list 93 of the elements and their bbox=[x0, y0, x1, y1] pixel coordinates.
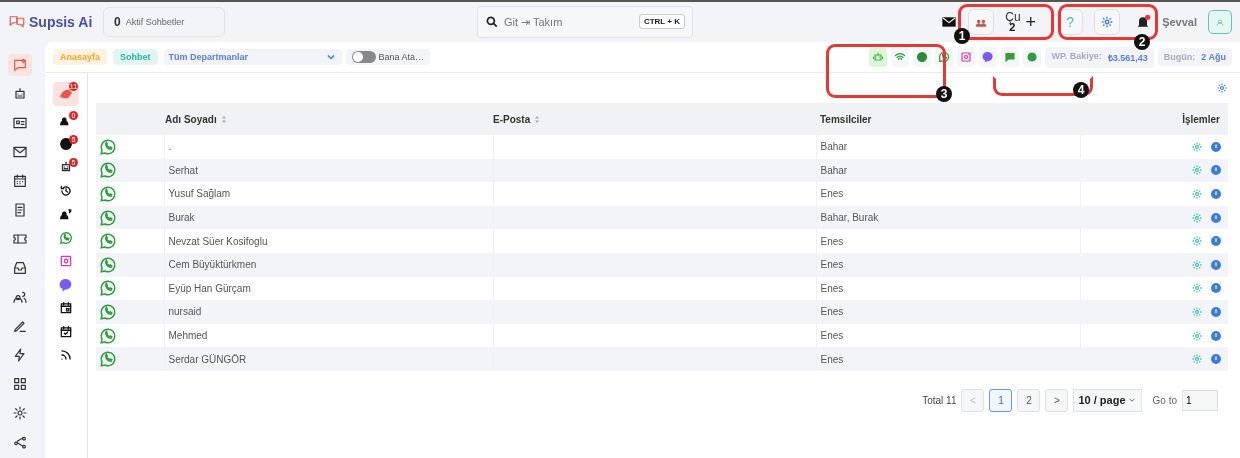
table-cell: Serdar GÜNGÖR bbox=[168, 353, 247, 365]
team-button[interactable] bbox=[968, 9, 995, 35]
info-icon[interactable] bbox=[1210, 188, 1222, 200]
logo-icon bbox=[8, 13, 26, 31]
whatsapp-icon bbox=[99, 350, 117, 369]
callout-number: 2 bbox=[1134, 34, 1150, 50]
user-count: 2 bbox=[1009, 22, 1016, 32]
channel-icon[interactable] bbox=[1023, 47, 1042, 67]
info-icon[interactable] bbox=[1210, 353, 1222, 366]
table-cell: Enes bbox=[820, 306, 844, 318]
department-select[interactable]: Tüm Departmanlar bbox=[163, 49, 342, 65]
balance-label: WP. Bakiye: bbox=[1051, 50, 1102, 63]
instagram-icon bbox=[59, 254, 73, 269]
rss-icon bbox=[59, 348, 73, 363]
search-icon bbox=[485, 15, 499, 29]
table-cell: Nevzat Süer Kosifoglu bbox=[168, 235, 268, 247]
column-header: Adı Soyadı bbox=[165, 113, 217, 125]
user-icon bbox=[1214, 16, 1226, 28]
date-value: 2 Ağu bbox=[1201, 52, 1226, 62]
goto-field[interactable]: 1 bbox=[1182, 389, 1218, 411]
messenger-icon[interactable] bbox=[979, 47, 998, 67]
whatsapp-icon bbox=[99, 137, 117, 156]
whatsapp-icon bbox=[99, 185, 117, 203]
whatsapp-icon bbox=[99, 302, 117, 321]
robot-icon[interactable] bbox=[869, 47, 888, 67]
whatsapp-icon bbox=[99, 208, 117, 227]
table-cell: Enes bbox=[820, 282, 844, 294]
whatsapp-icon bbox=[99, 326, 117, 345]
page-button[interactable]: 1 bbox=[989, 388, 1013, 412]
settings-button[interactable] bbox=[1094, 9, 1121, 35]
active-chats-counter[interactable]: 0 Aktif Sohbetler bbox=[103, 7, 225, 37]
bell-icon[interactable] bbox=[1135, 14, 1152, 30]
goto-label: Go to bbox=[1152, 394, 1177, 406]
shortcut-key: CTRL + K bbox=[638, 14, 685, 29]
page-size-select[interactable]: 10 / page bbox=[1073, 388, 1142, 412]
info-icon[interactable] bbox=[1210, 258, 1222, 271]
column-header: İşlemler bbox=[1182, 113, 1220, 125]
next-page-button[interactable]: > bbox=[1045, 388, 1069, 412]
brand-name: Supsis Ai bbox=[29, 14, 93, 30]
whatsapp-icon bbox=[59, 230, 73, 245]
balance-value: ₺3.561,43 bbox=[1107, 51, 1148, 64]
whatsapp-icon bbox=[99, 279, 117, 298]
table-cell: Mehmed bbox=[168, 330, 208, 342]
info-icon[interactable] bbox=[1210, 164, 1222, 177]
whatsapp-icon bbox=[99, 255, 117, 274]
table-cell: Enes bbox=[820, 353, 844, 365]
table-cell: . bbox=[168, 141, 172, 153]
sort-icon[interactable] bbox=[534, 114, 541, 124]
person-question-icon bbox=[59, 207, 73, 222]
date-label: Bugün: bbox=[1163, 52, 1196, 62]
calendar-icon bbox=[59, 301, 73, 316]
table-cell: Enes bbox=[820, 259, 844, 271]
settings-icon bbox=[1100, 15, 1115, 29]
assign-toggle[interactable] bbox=[351, 51, 376, 63]
info-icon[interactable] bbox=[1210, 282, 1222, 295]
column-header: Temsilciler bbox=[820, 113, 872, 125]
table-cell: Bahar, Burak bbox=[820, 212, 879, 224]
whatsapp-icon bbox=[99, 161, 117, 180]
page-button[interactable]: 2 bbox=[1017, 388, 1041, 412]
table-cell: Yusuf Sağlam bbox=[168, 188, 231, 200]
chat-icon[interactable] bbox=[8, 54, 32, 76]
user-initials[interactable]: Çu bbox=[1005, 12, 1021, 22]
table-cell: Enes bbox=[820, 188, 844, 200]
column-header: E-Posta bbox=[493, 113, 531, 125]
sms-icon[interactable] bbox=[1001, 47, 1020, 67]
user-name: Şevval bbox=[1162, 16, 1197, 28]
table-cell: Cem Büyüktürkmen bbox=[168, 259, 257, 271]
table-cell: Burak bbox=[168, 212, 195, 224]
assign-label: Bana Ata… bbox=[378, 52, 425, 62]
whatsapp-icon bbox=[99, 232, 117, 251]
table-cell: Bahar bbox=[820, 141, 848, 153]
callout-number: 1 bbox=[954, 28, 970, 44]
info-icon[interactable] bbox=[1210, 305, 1222, 318]
history-icon bbox=[59, 183, 73, 198]
table-cell: Serhat bbox=[168, 164, 198, 176]
instagram-icon[interactable] bbox=[957, 47, 976, 67]
table-cell: Bahar bbox=[820, 164, 848, 176]
info-icon[interactable] bbox=[1210, 211, 1222, 224]
messenger-icon bbox=[59, 277, 73, 292]
table-cell: Eyüp Han Gürçam bbox=[168, 282, 251, 294]
table-cell: Enes bbox=[820, 235, 844, 247]
table-cell: nursaid bbox=[168, 306, 202, 318]
info-icon[interactable] bbox=[1210, 235, 1222, 248]
info-icon[interactable] bbox=[1210, 140, 1222, 153]
info-icon[interactable] bbox=[1210, 329, 1222, 342]
settings-icon[interactable] bbox=[1216, 82, 1228, 94]
sort-icon[interactable] bbox=[220, 114, 227, 124]
total-count: Total 11 bbox=[922, 394, 957, 406]
add-button[interactable]: + bbox=[1025, 11, 1037, 33]
table-cell: Enes bbox=[820, 330, 844, 342]
wifi-icon[interactable] bbox=[891, 47, 910, 67]
mail-icon[interactable] bbox=[941, 14, 958, 30]
calendar-check-icon bbox=[59, 324, 73, 339]
